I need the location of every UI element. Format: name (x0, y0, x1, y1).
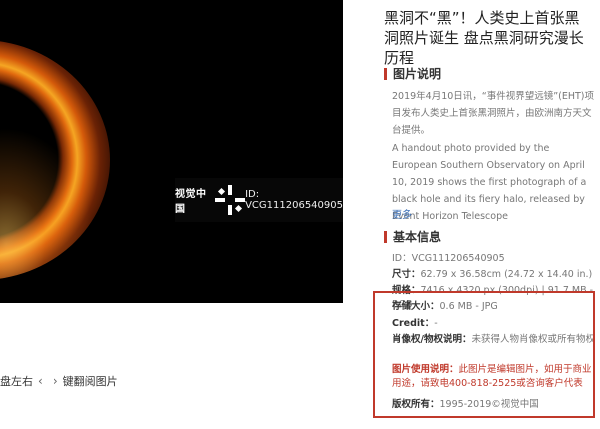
info-size-value: 62.79 x 36.58cm (24.72 x 14.40 in.) (420, 269, 593, 280)
highlight-box (373, 291, 595, 418)
page-title: 黑洞不“黑”！人类史上首张黑洞照片诞生 盘点黑洞研究漫长历程 (384, 9, 584, 67)
section-heading-label: 基本信息 (393, 230, 442, 244)
section-heading-basic-info: 基本信息 (384, 228, 441, 245)
watermark: 视觉中国 ID: VCG111206540905 (175, 178, 343, 222)
info-id-value: ID：VCG111206540905 (392, 253, 505, 264)
watermark-logo-icon (214, 185, 245, 215)
black-hole-photo[interactable]: 视觉中国 ID: VCG111206540905 (0, 0, 343, 303)
watermark-brand: 视觉中国 (175, 189, 207, 215)
watermark-id: ID: VCG111206540905 (245, 189, 343, 211)
description-english: A handout photo provided by the European… (392, 143, 587, 222)
description-chinese: 2019年4月10日讯，“事件视界望远镜”(EHT)项目发布人类史上首张黑洞照片… (392, 91, 595, 136)
section-heading-description: 图片说明 (384, 65, 441, 82)
info-size-key: 尺寸： (392, 269, 421, 280)
nav-hint-right-label: 键翻阅图片 (62, 375, 118, 388)
section-marker (384, 230, 387, 243)
more-link[interactable]: 更多 (392, 206, 412, 221)
info-row-id: ID：VCG111206540905 (392, 252, 597, 266)
info-row-size: 尺寸：62.79 x 36.58cm (24.72 x 14.40 in.) (392, 268, 597, 282)
section-marker (384, 67, 387, 80)
chevron-right-icon[interactable]: › (53, 374, 58, 388)
section-heading-label: 图片说明 (393, 67, 442, 81)
chevron-left-icon[interactable]: ‹ (38, 374, 43, 388)
nav-hint-left-label: 盘左右 (0, 375, 33, 388)
image-nav-hint: 盘左右 ‹ › 键翻阅图片 (0, 370, 118, 392)
black-hole-glow-highlight (0, 40, 110, 280)
